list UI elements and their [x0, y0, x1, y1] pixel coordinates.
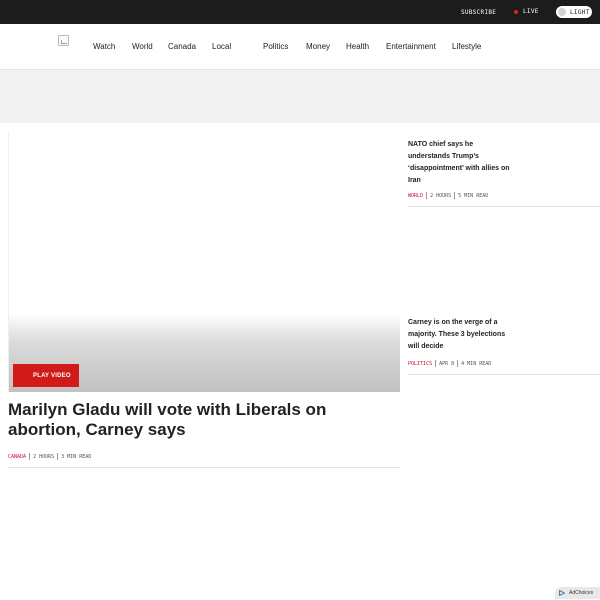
meta-separator — [29, 453, 31, 460]
meta-separator — [57, 453, 59, 460]
hero-category-link[interactable]: CANADA — [8, 454, 26, 460]
side-story-headline[interactable]: Carney is on the verge of a majority. Th… — [408, 317, 516, 353]
nav-item-watch[interactable]: Watch — [93, 42, 115, 51]
play-video-button[interactable]: PLAY VIDEO — [13, 364, 79, 387]
meta-separator — [454, 192, 456, 199]
side-story-timestamp: 2 HOURS — [430, 192, 452, 199]
live-label: LIVE — [523, 8, 539, 15]
nav-item-lifestyle[interactable]: Lifestyle — [452, 42, 481, 51]
side-story-category-link[interactable]: POLITICS — [408, 361, 432, 367]
adchoices-label: AdChoices — [569, 590, 594, 596]
nav-item-politics[interactable]: Politics — [263, 42, 288, 51]
toggle-knob-icon — [558, 8, 566, 16]
play-video-label: PLAY VIDEO — [33, 372, 71, 379]
side-story-category-link[interactable]: WORLD — [408, 193, 423, 199]
nav-item-entertainment[interactable]: Entertainment — [386, 42, 436, 51]
meta-separator — [426, 192, 428, 199]
hero-headline[interactable]: Marilyn Gladu will vote with Liberals on… — [8, 400, 400, 440]
top-utility-bar: SUBSCRIBE LIVE LIGHT — [0, 0, 600, 24]
nav-item-health[interactable]: Health — [346, 42, 369, 51]
divider — [408, 206, 600, 207]
nav-item-local[interactable]: Local — [212, 42, 231, 51]
hero-meta: CANADA 2 HOURS 3 MIN READ — [8, 453, 91, 460]
side-story-timestamp: APR 8 — [439, 360, 455, 367]
site-logo-broken-image-icon[interactable] — [58, 35, 69, 46]
side-story-meta: POLITICS APR 8 4 MIN READ — [408, 360, 491, 367]
live-link[interactable]: LIVE — [514, 8, 539, 15]
hero-video[interactable]: PLAY VIDEO — [8, 132, 400, 392]
play-icon — [23, 372, 28, 378]
meta-separator — [457, 360, 459, 367]
side-story-read-time: 4 MIN READ — [461, 360, 492, 367]
side-story-read-time: 5 MIN READ — [458, 192, 489, 199]
live-dot-icon — [514, 9, 518, 14]
hero-read-time: 3 MIN READ — [61, 453, 92, 460]
divider — [408, 374, 600, 375]
meta-separator — [435, 360, 437, 367]
nav-item-money[interactable]: Money — [306, 42, 330, 51]
hero-timestamp: 2 HOURS — [33, 453, 55, 460]
theme-toggle-label: LIGHT — [570, 8, 590, 16]
adchoices-badge[interactable]: AdChoices — [555, 587, 600, 599]
nav-item-canada[interactable]: Canada — [168, 42, 196, 51]
ad-banner-placeholder — [0, 70, 600, 123]
side-story-meta: WORLD 2 HOURS 5 MIN READ — [408, 192, 488, 199]
nav-item-world[interactable]: World — [132, 42, 153, 51]
main-nav: Watch World Canada Local Politics Money … — [0, 24, 600, 70]
theme-toggle[interactable]: LIGHT — [556, 6, 592, 18]
subscribe-link[interactable]: SUBSCRIBE — [461, 9, 496, 16]
side-story-headline[interactable]: NATO chief says he understands Trump’s ‘… — [408, 139, 516, 187]
divider — [8, 467, 400, 468]
adchoices-icon — [559, 590, 565, 596]
